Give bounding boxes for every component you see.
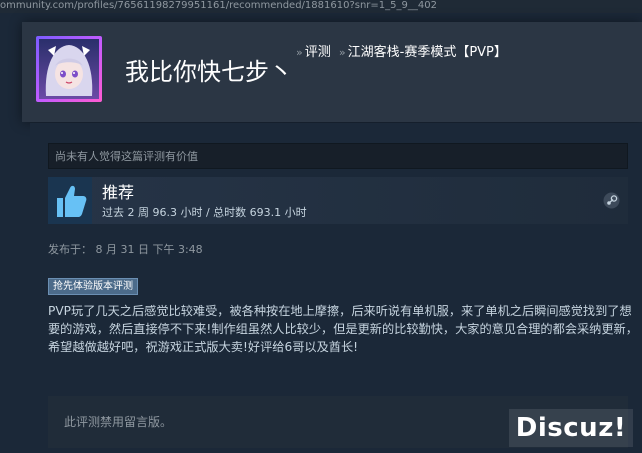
profile-header: 我比你快七步丶 — [22, 22, 642, 122]
verdict-label: 推荐 — [102, 183, 135, 202]
early-access-badge: 抢先体验版本评测 — [48, 278, 138, 295]
review-verdict-box: 推荐 过去 2 周 96.3 小时 / 总时数 693.1 小时 — [48, 177, 628, 224]
steam-icon — [603, 192, 620, 209]
breadcrumb-reviews-link[interactable]: 评测 — [305, 45, 331, 60]
posted-date: 发布于： 8 月 31 日 下午 3:48 — [48, 243, 203, 256]
review-body-text: PVP玩了几天之后感觉比较难受，被各种按在地上摩擦，后来听说有单机服，来了单机之… — [48, 304, 638, 354]
browser-url-bar[interactable]: ommunity.com/profiles/76561198279951161/… — [0, 0, 642, 13]
thumbs-up-icon — [48, 177, 92, 224]
breadcrumb: » 评测 » 江湖客栈-赛季模式【PVP】 — [292, 45, 507, 61]
breadcrumb-separator: » — [338, 46, 346, 59]
avatar[interactable] — [36, 36, 102, 102]
playtime-hours: 过去 2 周 96.3 小时 / 总时数 693.1 小时 — [102, 206, 307, 219]
breadcrumb-game-link[interactable]: 江湖客栈-赛季模式【PVP】 — [348, 45, 507, 60]
discuz-watermark: Discuz! — [509, 409, 633, 447]
profile-username[interactable]: 我比你快七步丶 — [125, 58, 293, 86]
helpful-count-text: 尚未有人觉得这篇评测有价值 — [48, 143, 628, 169]
breadcrumb-separator: » — [296, 46, 303, 59]
